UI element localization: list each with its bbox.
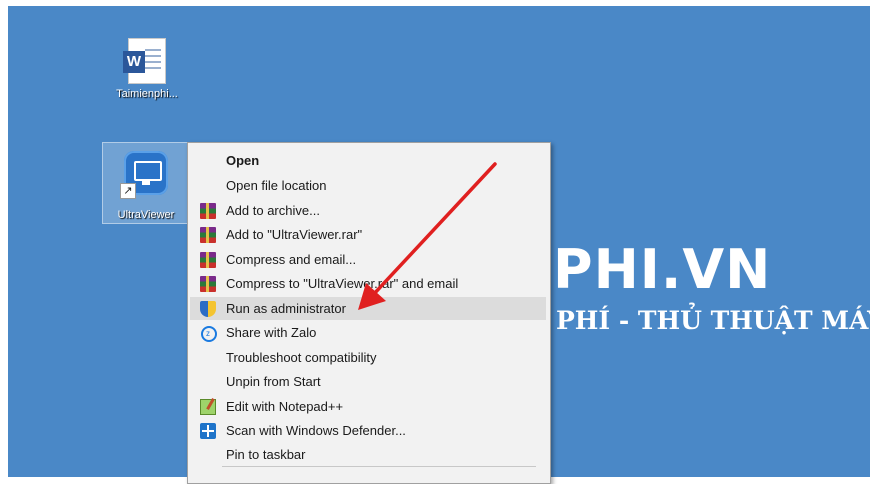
menu-item-label: Unpin from Start [226,374,321,389]
menu-item-troubleshoot-compatibility[interactable]: Troubleshoot compatibility [190,346,546,369]
menu-item-label: Add to archive... [226,203,320,218]
menu-item-run-as-administrator[interactable]: Run as administrator [190,297,546,320]
desktop-icon-label: UltraViewer [117,209,175,221]
shortcut-arrow-icon: ↗ [120,183,136,199]
uac-shield-icon [200,301,216,317]
desktop-icon-label: Taimienphi... [116,88,178,100]
menu-item-label: Open [226,153,260,168]
watermark-subtitle: PHÍ - THỦ THUẬT MÁY [556,306,870,335]
menu-item-label: Scan with Windows Defender... [226,423,406,438]
menu-item-edit-with-notepad-plus-plus[interactable]: Edit with Notepad++ [190,395,546,418]
menu-item-label: Pin to taskbar [226,447,306,462]
menu-item-compress-and-email[interactable]: Compress and email... [190,248,546,271]
ultraviewer-icon: ↗ [120,151,168,199]
menu-item-label: Troubleshoot compatibility [226,350,377,365]
menu-item-label: Run as administrator [226,301,346,316]
menu-item-pin-to-taskbar[interactable]: Pin to taskbar [190,443,546,466]
menu-item-label: Share with Zalo [226,325,317,340]
desktop-icon-ultraviewer[interactable]: ↗ UltraViewer [102,142,190,224]
menu-item-unpin-from-start[interactable]: Unpin from Start [190,370,546,393]
menu-item-share-with-zalo[interactable]: Share with Zalo [190,321,546,345]
menu-item-label: Compress and email... [226,252,357,267]
menu-separator [222,466,536,467]
zalo-icon [201,322,217,345]
menu-item-compress-to-rar-and-email[interactable]: Compress to "UltraViewer.rar" and email [190,272,546,295]
word-document-icon: W [123,38,166,84]
windows-defender-icon [200,423,216,439]
menu-item-scan-with-windows-defender[interactable]: Scan with Windows Defender... [190,419,546,442]
menu-item-open-file-location[interactable]: Open file location [190,174,546,197]
menu-item-label: Open file location [226,178,327,193]
menu-item-open[interactable]: Open [190,149,546,172]
context-menu: Open Open file location Add to archive..… [187,142,551,484]
notepad-plus-plus-icon [200,399,216,415]
desktop-icon-word-document[interactable]: W Taimienphi... [106,38,188,100]
winrar-icon [200,252,216,268]
watermark-title: PHI.VN [553,238,772,301]
menu-item-label: Add to "UltraViewer.rar" [226,227,363,242]
winrar-icon [200,227,216,243]
menu-item-add-to-archive[interactable]: Add to archive... [190,199,546,222]
winrar-icon [200,203,216,219]
menu-item-label: Edit with Notepad++ [226,399,344,414]
menu-item-label: Compress to "UltraViewer.rar" and email [226,276,459,291]
winrar-icon [200,276,216,292]
menu-item-add-to-rar[interactable]: Add to "UltraViewer.rar" [190,223,546,246]
